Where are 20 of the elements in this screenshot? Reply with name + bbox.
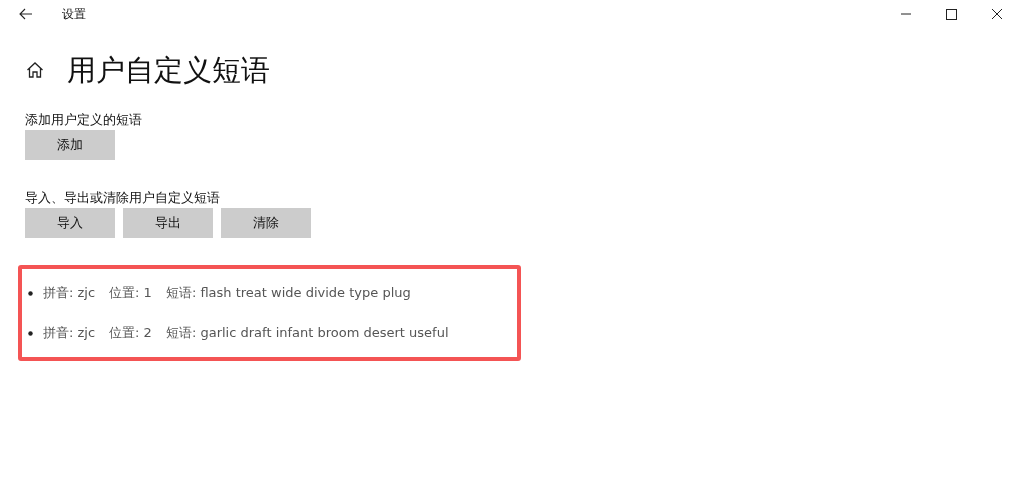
phrase-text: 短语: flash treat wide divide type plug [165, 284, 411, 302]
action-button[interactable]: 添加 [25, 130, 115, 160]
close-icon[interactable] [991, 8, 1003, 20]
action-button[interactable]: 导出 [123, 208, 213, 238]
position-text: 位置: 2 [109, 324, 152, 342]
bullet-icon [28, 290, 33, 296]
home-icon[interactable] [26, 61, 44, 79]
action-button[interactable]: 导入 [25, 208, 115, 238]
phrase-text: 短语: garlic draft infant broom desert useful [165, 324, 449, 342]
action-button[interactable]: 清除 [221, 208, 311, 238]
page-title: 用户自定义短语 [67, 52, 270, 89]
maximize-icon[interactable] [946, 8, 957, 20]
pinyin-text: 拼音: zjc [43, 324, 96, 342]
window-title: 设置 [62, 5, 86, 23]
bullet-icon [28, 330, 33, 336]
pinyin-text: 拼音: zjc [43, 284, 96, 302]
section-label: 添加用户定义的短语 [25, 111, 143, 129]
back-icon[interactable] [19, 8, 33, 20]
position-text: 位置: 1 [109, 284, 152, 302]
section-label: 导入、导出或清除用户自定义短语 [25, 189, 221, 207]
